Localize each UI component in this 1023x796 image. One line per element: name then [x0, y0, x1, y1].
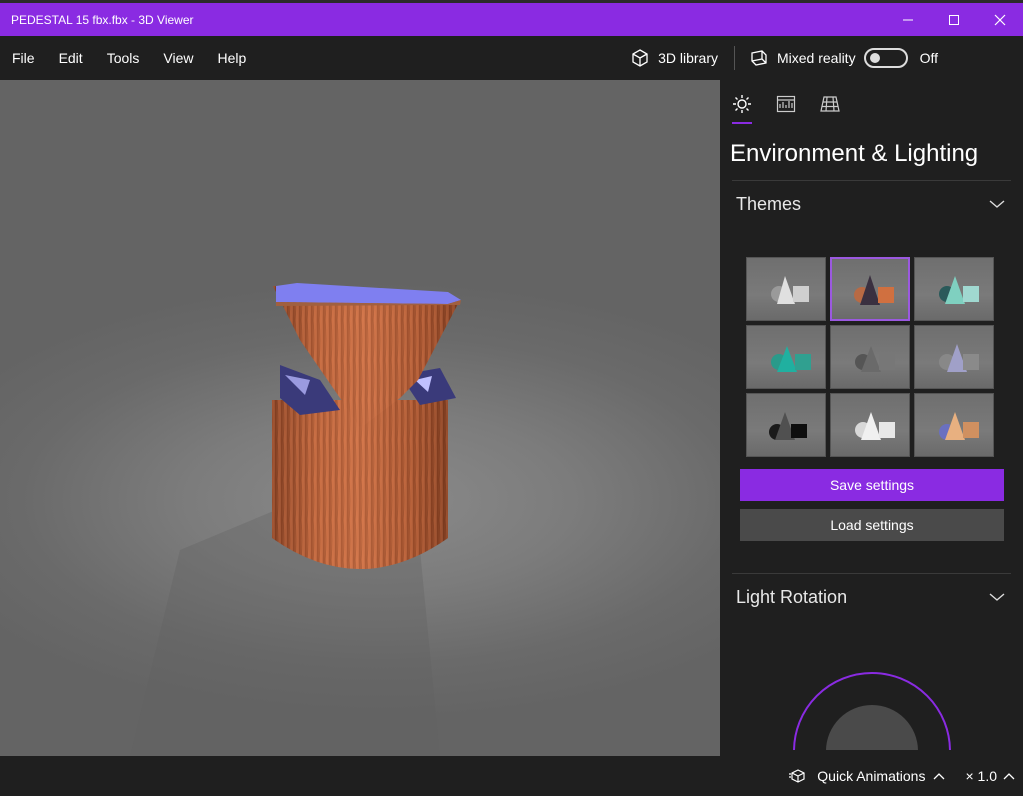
theme-7[interactable] — [746, 393, 826, 457]
quick-animations-label: Quick Animations — [817, 768, 926, 784]
mixed-reality-icon — [751, 50, 767, 66]
mixed-reality-toggle[interactable] — [863, 48, 908, 68]
grid-icon — [820, 96, 840, 112]
title-bar: PEDESTAL 15 fbx.fbx - 3D Viewer — [0, 0, 1023, 36]
chevron-up-icon — [1003, 773, 1015, 780]
animation-speed-button[interactable]: × 1.0 — [965, 768, 1023, 784]
panel-tabs — [720, 80, 1023, 126]
menu-help[interactable]: Help — [205, 50, 258, 66]
toggle-knob — [869, 53, 880, 63]
tab-stats[interactable] — [776, 94, 796, 124]
light-rotation-header[interactable]: Light Rotation — [720, 574, 1023, 620]
tab-environment[interactable] — [732, 94, 752, 124]
save-settings-button[interactable]: Save settings — [740, 469, 1004, 501]
menu-tools[interactable]: Tools — [95, 50, 152, 66]
3d-library-button[interactable]: 3D library — [630, 48, 734, 68]
panel-title: Environment & Lighting — [730, 140, 979, 167]
sun-icon — [733, 95, 751, 113]
theme-8[interactable] — [830, 393, 910, 457]
speed-label: × 1.0 — [965, 768, 997, 784]
separator — [733, 46, 735, 70]
menu-edit[interactable]: Edit — [47, 50, 95, 66]
pedestal-model[interactable] — [0, 80, 720, 756]
stats-icon — [776, 95, 796, 113]
minimize-button[interactable] — [885, 3, 931, 36]
maximize-button[interactable] — [931, 3, 977, 36]
themes-header[interactable]: Themes — [720, 181, 1023, 227]
light-rotation-dial[interactable] — [720, 620, 1023, 750]
chevron-up-icon — [934, 773, 945, 780]
mixed-reality-label: Mixed reality — [776, 50, 856, 66]
menu-view[interactable]: View — [151, 50, 205, 66]
toggle-state-label: Off — [919, 50, 938, 66]
theme-grid — [720, 227, 1023, 457]
side-panel: Environment & Lighting Themes Save setti… — [720, 80, 1023, 756]
chevron-down-icon — [989, 200, 1005, 208]
theme-9[interactable] — [914, 393, 994, 457]
tab-grid[interactable] — [820, 94, 840, 124]
theme-4[interactable] — [746, 325, 826, 389]
close-button[interactable] — [977, 3, 1023, 36]
menu-bar: File Edit Tools View Help 3D library Mix… — [0, 36, 1023, 80]
themes-label: Themes — [736, 193, 802, 214]
status-bar: Quick Animations × 1.0 — [0, 756, 1023, 796]
close-icon — [994, 14, 1006, 25]
theme-6[interactable] — [914, 325, 994, 389]
3d-viewport[interactable] — [0, 80, 720, 756]
chevron-down-icon — [989, 593, 1005, 601]
window-title: PEDESTAL 15 fbx.fbx - 3D Viewer — [11, 12, 194, 27]
quick-animations-button[interactable]: Quick Animations — [789, 768, 965, 784]
minimize-icon — [903, 19, 913, 20]
light-rotation-label: Light Rotation — [736, 586, 848, 607]
animation-cube-icon — [789, 769, 805, 783]
theme-1[interactable] — [746, 257, 826, 321]
cube-icon — [632, 49, 648, 67]
theme-3[interactable] — [914, 257, 994, 321]
load-settings-button[interactable]: Load settings — [740, 509, 1004, 541]
mixed-reality-button[interactable]: Mixed reality — [749, 48, 856, 68]
menu-file[interactable]: File — [0, 50, 47, 66]
maximize-icon — [949, 14, 959, 25]
theme-2[interactable] — [830, 257, 910, 321]
theme-5[interactable] — [830, 325, 910, 389]
3d-library-label: 3D library — [658, 50, 718, 66]
